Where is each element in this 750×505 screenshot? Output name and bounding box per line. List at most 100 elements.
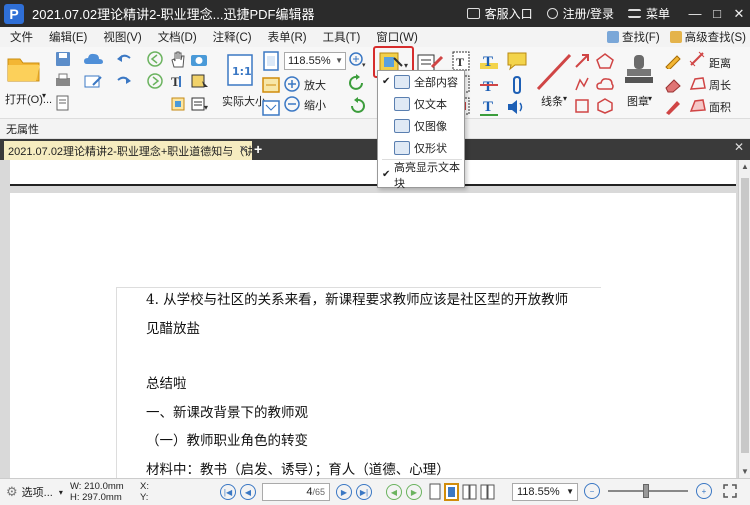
rotate-counterclockwise-icon[interactable]: [348, 97, 366, 115]
zoom-in-label[interactable]: 放大: [304, 77, 326, 93]
zoom-slider[interactable]: [608, 484, 688, 498]
typewriter-icon[interactable]: ▾: [190, 95, 210, 113]
line-tool-label[interactable]: 线条: [541, 93, 563, 109]
single-page-icon[interactable]: [428, 483, 442, 501]
menu-window[interactable]: 窗口(W): [376, 29, 418, 45]
zoom-in-icon[interactable]: [284, 76, 300, 92]
maximize-button[interactable]: □: [706, 0, 728, 27]
redo-icon[interactable]: [115, 73, 133, 89]
page-number-input[interactable]: 4/65: [262, 483, 330, 501]
text-box-icon[interactable]: T: [452, 51, 470, 71]
underline-text-icon[interactable]: T: [478, 97, 500, 117]
print-icon[interactable]: [55, 73, 71, 89]
perimeter-label[interactable]: 周长: [709, 77, 731, 93]
login-button[interactable]: 注册/登录: [546, 5, 614, 22]
previous-view-icon[interactable]: [147, 51, 163, 67]
actual-size-label[interactable]: 实际大小: [222, 93, 266, 109]
eraser-icon[interactable]: [663, 75, 683, 93]
tab-list-icon[interactable]: ✕: [734, 140, 744, 154]
fullscreen-icon[interactable]: [722, 483, 738, 499]
perimeter-icon[interactable]: [689, 75, 707, 93]
pentagon-shape-icon[interactable]: [596, 53, 614, 69]
go-forward-button[interactable]: ▶: [406, 484, 422, 500]
fit-page-icon[interactable]: [262, 51, 280, 71]
menu-edit[interactable]: 编辑(E): [49, 29, 87, 45]
status-zoom-out-button[interactable]: −: [584, 483, 600, 499]
next-page-button[interactable]: ▶: [336, 484, 352, 500]
document-properties-icon[interactable]: [55, 95, 71, 111]
undo-icon[interactable]: [115, 51, 133, 67]
crop-icon[interactable]: [169, 95, 187, 113]
zoom-out-label[interactable]: 缩小: [304, 97, 326, 113]
find-button[interactable]: 查找(F): [606, 29, 660, 45]
scroll-up-icon[interactable]: ▲: [741, 162, 749, 171]
distance-label[interactable]: 距离: [709, 55, 731, 71]
pencil-icon[interactable]: [663, 51, 683, 69]
stamp-dropdown-icon[interactable]: ▾: [648, 94, 652, 103]
zoom-slider-thumb[interactable]: [643, 484, 649, 498]
select-object-icon[interactable]: [190, 73, 210, 89]
facing-pages-icon[interactable]: [462, 483, 478, 501]
cloud-icon[interactable]: [83, 51, 105, 67]
menu-form[interactable]: 表单(R): [268, 29, 307, 45]
vertical-scrollbar[interactable]: ▲ ▼: [738, 160, 750, 478]
brush-icon[interactable]: [663, 97, 683, 115]
menu-tools[interactable]: 工具(T): [323, 29, 361, 45]
menu-text-only[interactable]: 仅文本: [378, 93, 466, 115]
arrow-shape-icon[interactable]: [574, 53, 590, 69]
attachment-icon[interactable]: [506, 75, 528, 95]
cloud-shape-icon[interactable]: [596, 76, 614, 92]
next-view-icon[interactable]: [147, 73, 163, 89]
area-icon[interactable]: [689, 97, 707, 115]
scrollbar-thumb[interactable]: [741, 178, 749, 453]
stamp-label[interactable]: 图章: [627, 93, 649, 109]
status-zoom-in-button[interactable]: +: [696, 483, 712, 499]
magnifier-icon[interactable]: ▾: [348, 51, 368, 69]
menu-document[interactable]: 文档(D): [158, 29, 197, 45]
close-tab-icon[interactable]: ✕: [239, 143, 248, 156]
new-tab-icon[interactable]: +: [254, 141, 262, 157]
menu-highlight-text-blocks[interactable]: 高亮显示文本块: [378, 162, 466, 190]
stamp-icon[interactable]: [623, 53, 655, 87]
status-zoom-select[interactable]: 118.55% ▼: [512, 483, 578, 501]
document-tab[interactable]: 2021.07.02理论精讲2-职业理念+职业道德知与（讲... ✕: [4, 141, 252, 160]
continuous-facing-icon[interactable]: [480, 483, 496, 501]
open-dropdown-icon[interactable]: ▾: [42, 91, 46, 100]
open-folder-icon[interactable]: [6, 53, 42, 83]
scroll-down-icon[interactable]: ▼: [741, 467, 749, 476]
zoom-out-icon[interactable]: [284, 96, 300, 112]
menu-image-only[interactable]: 仅图像: [378, 115, 466, 137]
line-tool-icon[interactable]: [536, 53, 572, 91]
close-button[interactable]: ✕: [728, 0, 750, 27]
polygon-shape-icon[interactable]: [596, 98, 614, 114]
minimize-button[interactable]: —: [684, 0, 706, 27]
area-label[interactable]: 面积: [709, 99, 731, 115]
fit-visible-icon[interactable]: [262, 99, 280, 117]
menu-comment[interactable]: 注释(C): [213, 29, 252, 45]
fit-width-icon[interactable]: [262, 75, 280, 95]
customer-service-button[interactable]: 客服入口: [466, 5, 533, 22]
line-dropdown-icon[interactable]: ▾: [563, 94, 567, 103]
highlight-text-icon[interactable]: T: [478, 51, 500, 71]
distance-icon[interactable]: [689, 51, 707, 69]
menu-view[interactable]: 视图(V): [103, 29, 141, 45]
menu-all-content[interactable]: 全部内容: [378, 71, 466, 93]
continuous-page-icon[interactable]: [444, 483, 460, 501]
zoom-select[interactable]: 118.55% ▼: [284, 52, 346, 70]
last-page-button[interactable]: ▶|: [356, 484, 372, 500]
save-icon[interactable]: [55, 51, 71, 67]
document-view[interactable]: 4. 从学校与社区的关系来看，新课程要求教师应该是社区型的开放教师 见醋放盐 总…: [0, 160, 750, 478]
select-text-icon[interactable]: T: [169, 73, 187, 89]
menu-file[interactable]: 文件: [10, 29, 33, 45]
previous-page-button[interactable]: ◀: [240, 484, 256, 500]
menu-shape-only[interactable]: 仅形状: [378, 137, 466, 159]
advanced-find-button[interactable]: 高级查找(S): [669, 29, 746, 45]
actual-size-icon[interactable]: 1:1: [226, 53, 254, 87]
edit-icon[interactable]: [83, 73, 105, 89]
polyline-shape-icon[interactable]: [574, 76, 590, 92]
options-button[interactable]: ⚙ 选项... ▾: [6, 484, 63, 500]
sound-icon[interactable]: [506, 97, 528, 117]
rotate-clockwise-icon[interactable]: [348, 74, 366, 92]
hand-tool-icon[interactable]: [169, 51, 185, 69]
strikeout-text-icon[interactable]: T: [478, 75, 500, 95]
